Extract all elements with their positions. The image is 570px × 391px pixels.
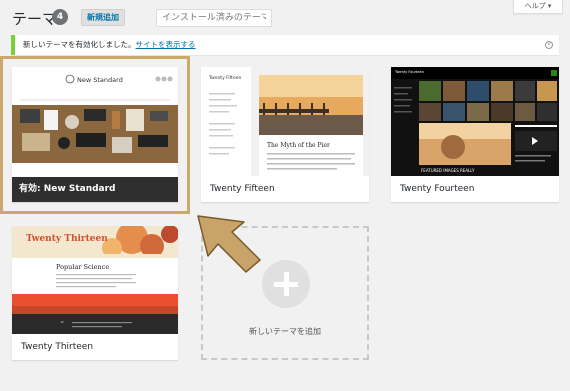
theme-name: Twenty Fourteen [391, 176, 559, 202]
theme-name: Twenty Thirteen [12, 334, 178, 360]
twenty-thirteen-site-title: Twenty Thirteen [26, 234, 108, 244]
pointer-arrow-icon [197, 215, 261, 273]
add-new-theme-label: 新しいテーマを追加 [249, 327, 321, 336]
search-input[interactable] [156, 9, 272, 27]
add-new-button[interactable]: 新規追加 [81, 9, 125, 26]
active-theme-bar[interactable]: 有効: New Standard [12, 177, 178, 202]
twenty-fifteen-site-title: Twenty Fifteen [208, 75, 241, 81]
active-label: 有効: [19, 184, 41, 194]
theme-screenshot: Twenty Fourteen FEATURED IMAGES REALLY [391, 67, 559, 176]
twenty-thirteen-post-title: Popular Science [56, 263, 109, 271]
help-tab[interactable]: ヘルプ ▾ [513, 0, 563, 14]
theme-screenshot: Twenty Thirteen Popular Science “ [12, 226, 178, 334]
twenty-fourteen-banner: FEATURED IMAGES REALLY [421, 168, 475, 173]
theme-card-twenty-fifteen[interactable]: Twenty Fifteen The Myth of the Pier Twen… [201, 67, 369, 202]
plus-icon [262, 260, 310, 308]
theme-card-twenty-thirteen[interactable]: Twenty Thirteen Popular Science “ Twenty… [12, 226, 178, 360]
theme-name: New Standard [43, 184, 116, 194]
svg-text:Twenty Fourteen: Twenty Fourteen [394, 70, 424, 74]
theme-name: Twenty Fifteen [201, 176, 369, 202]
notice-text: 新しいテーマを有効化しました。 [23, 40, 136, 49]
view-site-link[interactable]: サイトを表示する [136, 40, 196, 49]
new-standard-logo-text: New Standard [77, 76, 123, 84]
page-title: テーマ [12, 10, 58, 28]
theme-count-badge: 4 [52, 9, 68, 25]
theme-card-twenty-fourteen[interactable]: Twenty Fourteen FEATURED IMAGES REALLY T… [391, 67, 559, 202]
dismiss-icon[interactable]: × [545, 41, 553, 49]
svg-text:“: “ [60, 320, 64, 329]
theme-activated-notice: 新しいテーマを有効化しました。サイトを表示する × [11, 35, 559, 55]
theme-screenshot: Twenty Fifteen The Myth of the Pier [201, 67, 369, 176]
twenty-fifteen-post-title: The Myth of the Pier [267, 142, 330, 149]
